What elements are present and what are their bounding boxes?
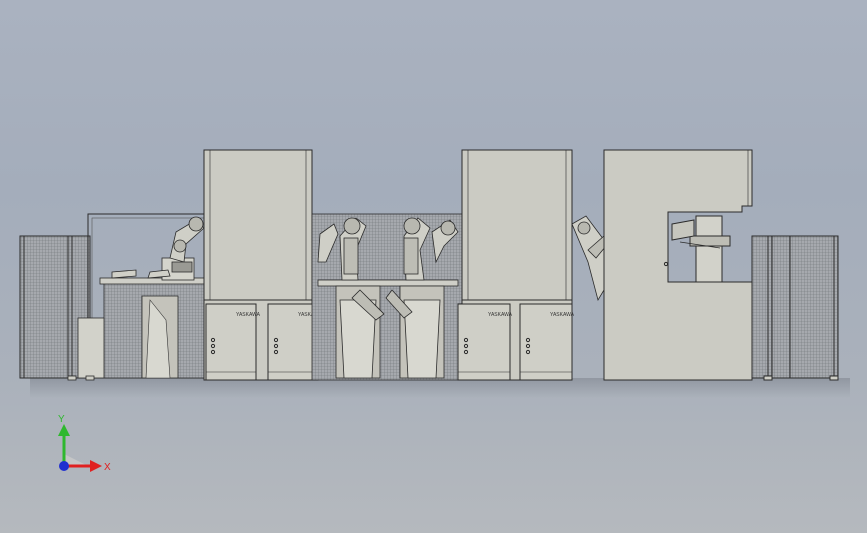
cad-model-scene[interactable]: YASKAWA YASKAWA YASKAWA YASKAWA — [0, 0, 867, 533]
controller-cabinet-2a: YASKAWA — [457, 303, 513, 381]
floor-shadow — [30, 378, 850, 398]
yaskawa-label: YASKAWA — [236, 312, 261, 318]
yaskawa-label: YASKAWA — [488, 312, 513, 318]
x-axis-label: X — [104, 462, 111, 473]
left-welding-robot — [111, 216, 205, 281]
y-axis-arrowhead — [58, 424, 70, 436]
y-axis-label: Y — [58, 414, 65, 425]
coordinate-triad: Y X — [58, 414, 111, 473]
z-axis-dot — [59, 461, 69, 471]
yaskawa-label: YASKAWA — [550, 312, 575, 318]
middle-weld-cell — [311, 213, 463, 381]
right-safety-fence — [751, 235, 839, 381]
graphics-viewport[interactable]: YASKAWA YASKAWA YASKAWA YASKAWA Y X — [0, 0, 867, 533]
c-frame-press — [603, 149, 753, 381]
x-axis-arrowhead — [90, 460, 102, 472]
controller-cabinet-1a: YASKAWA — [205, 303, 261, 381]
controller-cabinet-2b: YASKAWA — [519, 303, 575, 381]
right-robot-zone — [571, 215, 607, 302]
